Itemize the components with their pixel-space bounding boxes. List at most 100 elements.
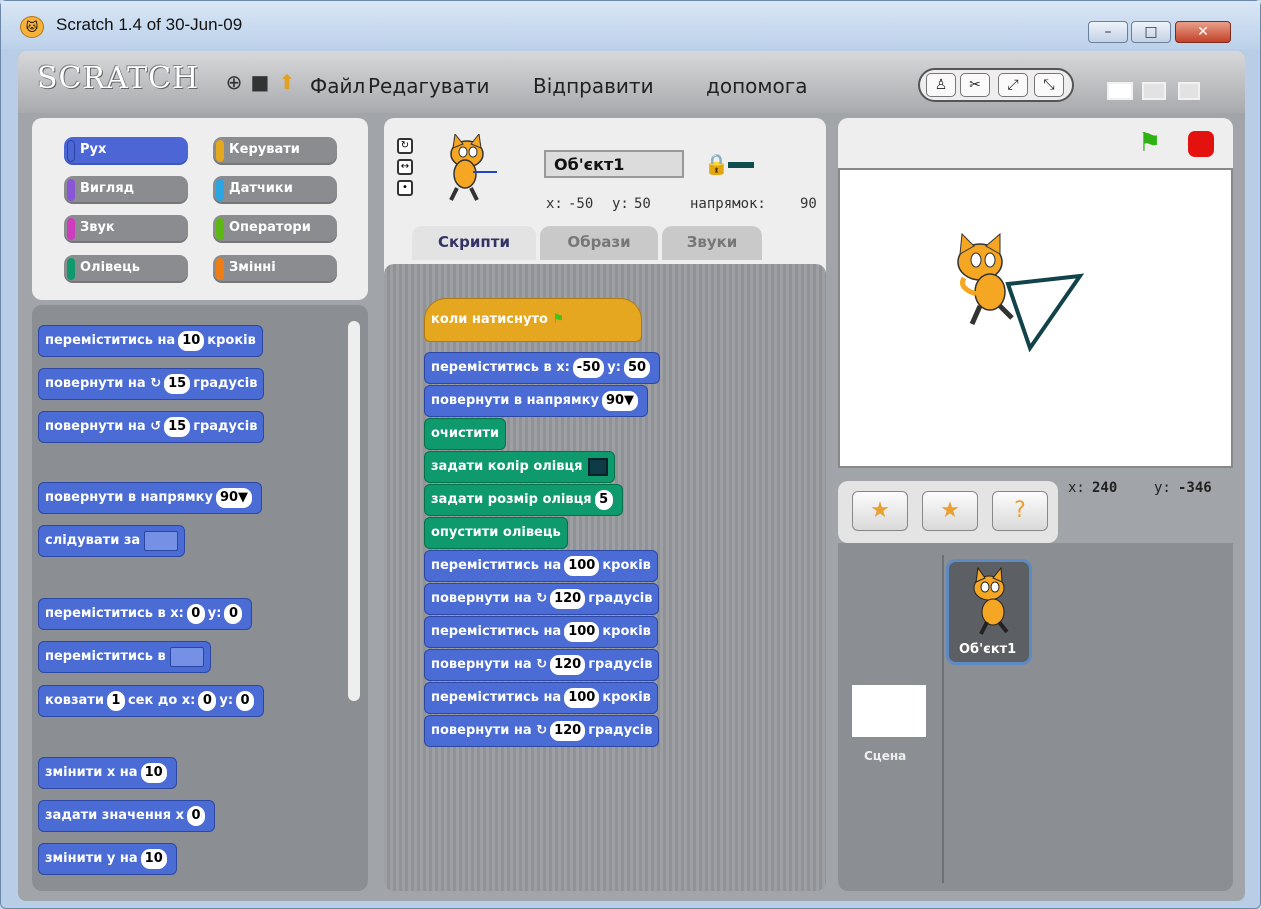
minimize-button[interactable]: – [1088, 21, 1128, 43]
menu-share[interactable]: Відправити [533, 74, 654, 98]
menu-help[interactable]: допомога [706, 74, 807, 98]
x-input[interactable]: -50 [572, 357, 605, 378]
cat-sprite[interactable] [957, 232, 1014, 326]
category-pen[interactable]: Олівець [64, 255, 188, 283]
direction-dropdown[interactable]: 90▼ [601, 390, 639, 411]
no-rotate-icon[interactable]: • [397, 180, 413, 196]
block-text: переміститись в x: [431, 360, 570, 375]
x-input[interactable]: 0 [187, 805, 206, 826]
category-motion[interactable]: Рух [64, 137, 188, 165]
stop-sign-icon[interactable] [1188, 131, 1214, 157]
y-input[interactable]: 0 [236, 690, 255, 711]
block-go-to-xy[interactable]: переміститись в x: 0 y: 0 [38, 598, 253, 630]
flip-style-icon[interactable]: ↔ [397, 159, 413, 175]
block-point-towards[interactable]: слідувати за [38, 525, 186, 557]
normal-layout-icon[interactable] [1107, 82, 1133, 100]
edit-mode-group: ♙ ✂ ⤢ ⤡ [918, 68, 1074, 102]
category-looks[interactable]: Вигляд [64, 176, 188, 204]
block-point-direction[interactable]: повернути в напрямку 90▼ [38, 482, 263, 514]
block-pen-down[interactable]: опустити олівець [424, 517, 568, 549]
steps-input[interactable]: 100 [564, 555, 600, 576]
block-text: коли натиснуто [431, 312, 548, 327]
block-set-pen-size[interactable]: задати розмір олівця 5 [424, 484, 623, 516]
shrink-icon[interactable]: ⤡ [1034, 73, 1064, 97]
x-input[interactable]: 0 [198, 690, 217, 711]
sprite-name-field[interactable]: Об'єкт1 [544, 150, 684, 178]
target-dropdown[interactable] [169, 646, 204, 667]
sprite-thumbnail[interactable]: Об'єкт1 [946, 559, 1032, 665]
palette-scrollbar[interactable] [348, 321, 360, 701]
seconds-input[interactable]: 1 [106, 690, 125, 711]
block-move-steps[interactable]: переміститись на 100 кроків [424, 550, 658, 582]
block-turn-right[interactable]: повернути на ↻ 15 градусів [38, 368, 265, 400]
delete-scissors-icon[interactable]: ✂ [960, 73, 990, 97]
block-move-steps[interactable]: переміститись на 100 кроків [424, 616, 658, 648]
block-set-x[interactable]: задати значення x0 [38, 800, 216, 832]
degrees-input[interactable]: 120 [550, 654, 586, 675]
target-dropdown[interactable] [144, 530, 179, 551]
block-go-to[interactable]: переміститись в [38, 641, 211, 673]
block-point-direction[interactable]: повернути в напрямку 90▼ [424, 385, 649, 417]
block-clear[interactable]: очистити [424, 418, 506, 450]
block-text: повернути на [45, 376, 146, 391]
block-turn-right[interactable]: повернути на ↻ 120 градусів [424, 649, 660, 681]
lock-icon[interactable]: 🔒 [704, 152, 729, 176]
direction-dropdown[interactable]: 90▼ [215, 487, 253, 508]
block-text: y: [219, 693, 234, 708]
block-move-steps[interactable]: переміститись на 10 кроків [38, 325, 263, 357]
steps-input[interactable]: 100 [564, 621, 600, 642]
y-input[interactable]: 0 [224, 603, 243, 624]
degrees-input[interactable]: 120 [550, 720, 586, 741]
block-text: задати колір олівця [431, 459, 583, 474]
sprite-direction-value: 90 [800, 196, 817, 212]
pen-color-swatch[interactable] [588, 457, 609, 476]
mouse-x-label: x: [1068, 480, 1085, 496]
rotate-style-icon[interactable]: ↻ [397, 138, 413, 154]
block-glide[interactable]: ковзати 1 сек до x: 0 y: 0 [38, 685, 265, 717]
block-move-steps[interactable]: переміститись на 100 кроків [424, 682, 658, 714]
green-flag-icon[interactable]: ⚑ [1138, 128, 1161, 158]
degrees-input[interactable]: 15 [164, 373, 191, 394]
share-icon[interactable]: ⬆ [276, 71, 298, 93]
block-set-pen-color[interactable]: задати колір олівця [424, 451, 616, 483]
block-turn-right[interactable]: повернути на ↻ 120 градусів [424, 715, 660, 747]
block-change-x[interactable]: змінити x на 10 [38, 757, 177, 789]
category-operators[interactable]: Оператори [213, 215, 337, 243]
block-go-to-xy[interactable]: переміститись в x: -50 y: 50 [424, 352, 661, 384]
category-sensing[interactable]: Датчики [213, 176, 337, 204]
menu-edit[interactable]: Редагувати [368, 74, 489, 98]
x-input[interactable]: 10 [140, 762, 167, 783]
globe-icon[interactable]: ⊕ [223, 71, 245, 93]
steps-input[interactable]: 10 [178, 330, 205, 351]
degrees-input[interactable]: 15 [164, 416, 191, 437]
category-variables[interactable]: Змінні [213, 255, 337, 283]
steps-input[interactable]: 100 [564, 687, 600, 708]
block-change-y[interactable]: змінити y на 10 [38, 843, 177, 875]
menu-file[interactable]: Файл [310, 74, 365, 98]
tab-sounds[interactable]: Звуки [662, 226, 762, 260]
y-input[interactable]: 10 [140, 848, 167, 869]
x-input[interactable]: 0 [186, 603, 205, 624]
small-stage-icon[interactable] [1142, 82, 1166, 100]
block-text: переміститись на [431, 624, 562, 639]
block-turn-left[interactable]: повернути на ↺ 15 градусів [38, 411, 265, 443]
block-turn-right[interactable]: повернути на ↻ 120 градусів [424, 583, 660, 615]
duplicate-icon[interactable]: ♙ [926, 73, 956, 97]
save-icon[interactable]: ■ [249, 71, 271, 93]
maximize-button[interactable]: □ [1131, 21, 1171, 43]
tab-costumes[interactable]: Образи [540, 226, 658, 260]
tab-scripts[interactable]: Скрипти [412, 226, 536, 260]
close-button[interactable]: ✕ [1175, 21, 1231, 43]
category-control[interactable]: Керувати [213, 137, 337, 165]
block-text: градусів [588, 591, 653, 606]
stage[interactable] [838, 168, 1233, 468]
y-input[interactable]: 50 [623, 357, 651, 378]
grow-icon[interactable]: ⤢ [998, 73, 1028, 97]
pen-size-input[interactable]: 5 [594, 489, 613, 510]
presentation-icon[interactable] [1178, 82, 1200, 100]
stage-thumbnail[interactable] [852, 685, 926, 737]
category-sound[interactable]: Звук [64, 215, 188, 243]
block-when-flag-clicked[interactable]: коли натиснуто ⚑ [424, 298, 642, 342]
category-label: Датчики [229, 181, 293, 196]
degrees-input[interactable]: 120 [550, 588, 586, 609]
